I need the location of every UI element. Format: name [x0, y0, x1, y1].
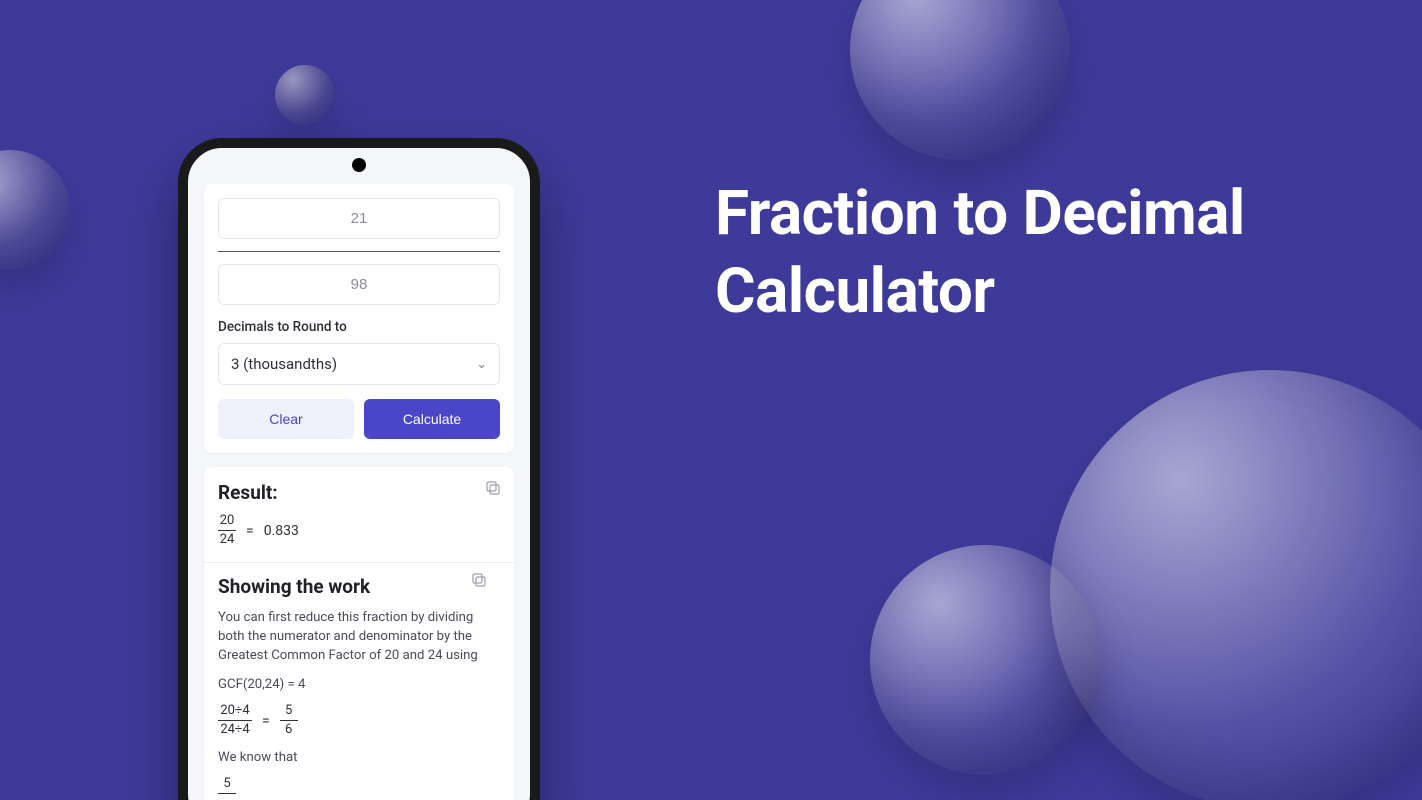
reduce-left-bottom: 24÷4: [220, 723, 249, 737]
reduce-right-bottom: 6: [285, 723, 292, 737]
decorative-sphere: [850, 0, 1070, 160]
calculate-button[interactable]: Calculate: [364, 399, 500, 439]
result-decimal: 0.833: [264, 523, 299, 539]
title-line-1: Fraction to Decimal: [715, 177, 1245, 250]
result-frac-top: 20: [220, 514, 235, 528]
work-know-text: We know that: [218, 748, 500, 767]
round-select-value: 3 (thousandths): [231, 355, 337, 373]
phone-mockup: Decimals to Round to 3 (thousandths) ⌄ C…: [178, 138, 540, 800]
reduce-left-fraction: 20÷4 24÷4: [218, 704, 252, 738]
button-row: Clear Calculate: [218, 399, 500, 439]
result-heading: Result:: [218, 481, 500, 504]
equals-sign: =: [262, 713, 270, 729]
reduce-right-top: 5: [285, 704, 292, 718]
title-line-2: Calculator: [715, 255, 995, 328]
page-title: Fraction to Decimal Calculator: [715, 175, 1245, 330]
copy-icon[interactable]: [484, 479, 502, 497]
equals-sign: =: [246, 523, 254, 539]
phone-screen: Decimals to Round to 3 (thousandths) ⌄ C…: [188, 148, 530, 800]
work-section: Showing the work You can first reduce th…: [218, 575, 500, 800]
input-card: Decimals to Round to 3 (thousandths) ⌄ C…: [204, 184, 514, 453]
copy-icon[interactable]: [470, 571, 488, 589]
result-fraction: 20 24: [218, 514, 236, 548]
decorative-sphere: [275, 65, 335, 125]
decorative-sphere: [0, 150, 70, 270]
denominator-input[interactable]: [218, 264, 500, 305]
work-gcf-line: GCF(20,24) = 4: [218, 675, 500, 694]
card-divider: [204, 562, 514, 563]
work-reduce-equation: 20÷4 24÷4 = 5 6: [218, 704, 500, 738]
trail-top: 5: [223, 777, 230, 791]
work-intro: You can first reduce this fraction by di…: [218, 608, 500, 665]
result-card: Result: 20 24 = 0.833 Showing the work Y…: [204, 467, 514, 800]
work-trailing-fraction: 5: [218, 777, 500, 800]
result-frac-bottom: 24: [220, 533, 235, 547]
work-heading: Showing the work: [218, 575, 500, 598]
clear-button[interactable]: Clear: [218, 399, 354, 439]
result-line: 20 24 = 0.833: [218, 514, 500, 548]
numerator-input[interactable]: [218, 198, 500, 239]
decorative-sphere: [870, 545, 1100, 775]
round-label: Decimals to Round to: [218, 319, 500, 335]
trailing-fraction: 5: [218, 777, 236, 800]
chevron-down-icon: ⌄: [476, 357, 487, 372]
fraction-divider: [218, 251, 500, 252]
decorative-sphere: [1050, 370, 1422, 800]
round-select[interactable]: 3 (thousandths) ⌄: [218, 343, 500, 385]
reduce-right-fraction: 5 6: [280, 704, 298, 738]
reduce-left-top: 20÷4: [220, 704, 249, 718]
